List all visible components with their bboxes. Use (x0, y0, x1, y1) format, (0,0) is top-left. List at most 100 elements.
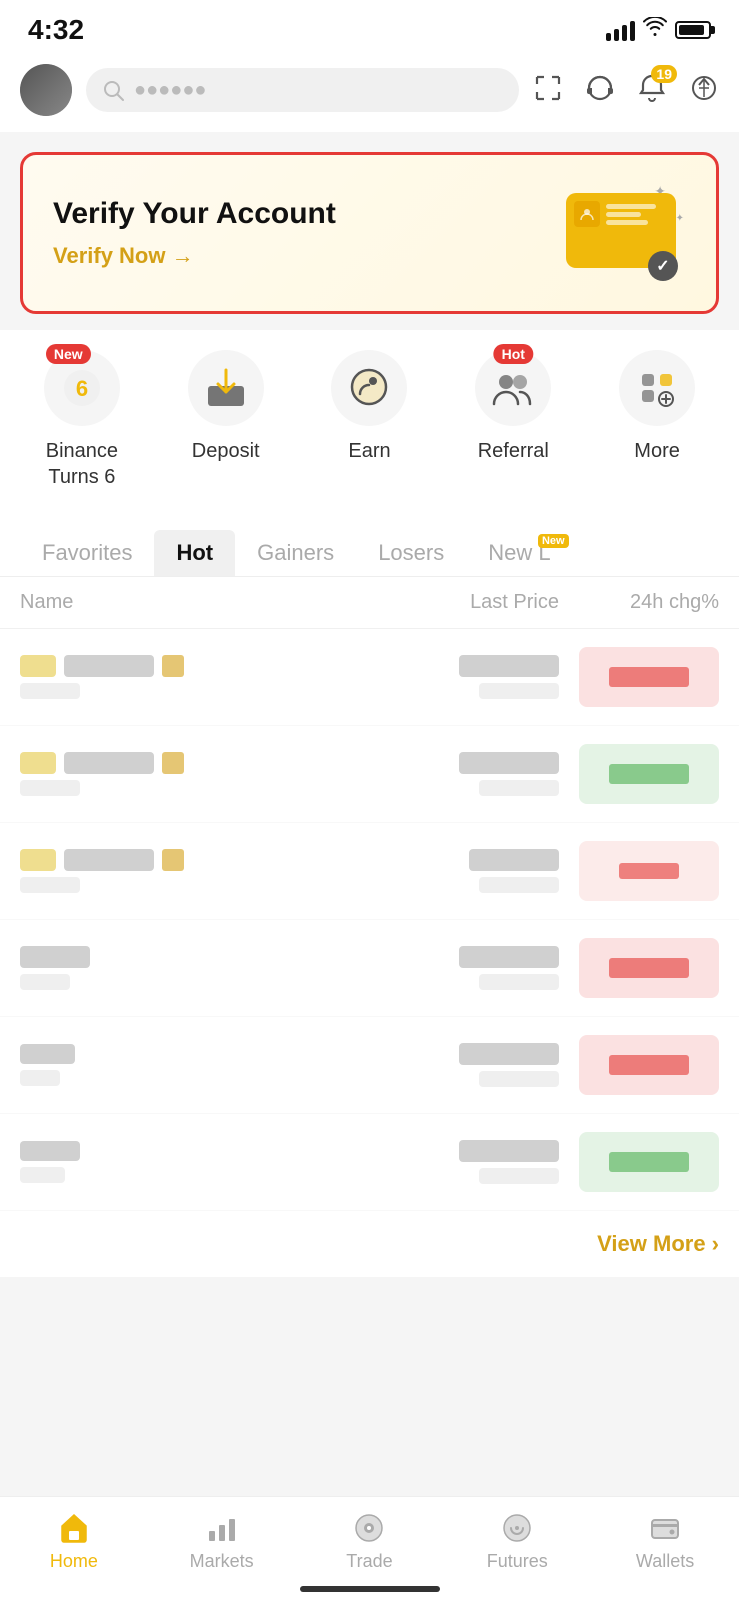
trade-icon (352, 1511, 386, 1545)
nav-trade-label: Trade (346, 1551, 392, 1572)
chg-col (559, 647, 719, 707)
nav-trade[interactable]: Trade (319, 1511, 419, 1572)
bottom-nav: Home Markets Trade Futures Wallets (0, 1496, 739, 1600)
quick-label-earn: Earn (348, 438, 390, 464)
verify-cta[interactable]: Verify Now → (53, 243, 194, 268)
new-listing-badge: New (538, 534, 569, 548)
quick-label-deposit: Deposit (192, 438, 260, 464)
view-more-row: View More › (0, 1211, 739, 1277)
price-col (379, 849, 559, 893)
chg-col (559, 938, 719, 998)
chg-col (559, 1132, 719, 1192)
status-bar: 4:32 (0, 0, 739, 54)
nav-wallets-label: Wallets (636, 1551, 694, 1572)
search-icon (102, 79, 124, 101)
search-placeholder-text: ●●●●●● (134, 79, 206, 102)
earn-icon (346, 366, 392, 410)
deposit-icon (203, 366, 249, 410)
tab-hot[interactable]: Hot (154, 530, 235, 576)
coin-info (20, 849, 379, 893)
sparkle-icon-2: ✦ (676, 213, 684, 224)
chg-col (559, 744, 719, 804)
status-time: 4:32 (28, 14, 84, 46)
home-indicator (300, 1586, 440, 1592)
table-row[interactable] (0, 823, 739, 920)
checkmark-icon: ✓ (648, 251, 678, 281)
nav-wallets[interactable]: Wallets (615, 1511, 715, 1572)
gift-icon (689, 73, 719, 103)
top-nav: ●●●●●● 19 (0, 54, 739, 132)
nav-icons: 19 (533, 73, 719, 108)
svg-text:6: 6 (76, 376, 88, 401)
quick-item-deposit[interactable]: Deposit (166, 350, 286, 464)
futures-icon (500, 1511, 534, 1545)
coin-info (20, 946, 379, 990)
table-row[interactable] (0, 1114, 739, 1211)
search-bar[interactable]: ●●●●●● (86, 68, 519, 112)
tab-favorites[interactable]: Favorites (20, 530, 154, 576)
hot-badge: Hot (494, 344, 533, 364)
verify-illustration: ✦ ✦ ✓ (556, 183, 686, 283)
market-tabs: Favorites Hot Gainers Losers New L New (0, 514, 739, 577)
tab-losers[interactable]: Losers (356, 530, 466, 576)
header-name: Name (20, 591, 379, 614)
new-badge: New (46, 344, 91, 364)
notifications-button[interactable]: 19 (637, 73, 667, 108)
more-icon-wrap (619, 350, 695, 426)
earn-icon-wrap (331, 350, 407, 426)
header-price: Last Price (379, 591, 559, 614)
coin-info (20, 1044, 379, 1086)
battery-icon (675, 21, 711, 39)
nav-markets[interactable]: Markets (172, 1511, 272, 1572)
fullscreen-button[interactable] (533, 73, 563, 108)
status-icons (606, 17, 711, 43)
tab-new-listings[interactable]: New L New (466, 530, 572, 576)
verify-banner[interactable]: Verify Your Account Verify Now → ✦ ✦ (20, 152, 719, 314)
binance-turns6-icon: 6 (60, 366, 104, 410)
nav-markets-label: Markets (190, 1551, 254, 1572)
nav-futures[interactable]: Futures (467, 1511, 567, 1572)
chg-col (559, 841, 719, 901)
table-row[interactable] (0, 629, 739, 726)
home-icon (57, 1511, 91, 1545)
binance-icon-wrap: New 6 (44, 350, 120, 426)
table-row[interactable] (0, 1017, 739, 1114)
price-col (379, 655, 559, 699)
price-col (379, 752, 559, 796)
fullscreen-icon (533, 73, 563, 103)
notification-badge: 19 (651, 65, 677, 83)
verify-title: Verify Your Account (53, 197, 336, 231)
quick-label-binance: BinanceTurns 6 (46, 438, 118, 490)
table-row[interactable] (0, 726, 739, 823)
wifi-icon (643, 17, 667, 43)
avatar[interactable] (20, 64, 72, 116)
table-row[interactable] (0, 920, 739, 1017)
signal-icon (606, 19, 635, 41)
quick-label-referral: Referral (478, 438, 549, 464)
market-table (0, 629, 739, 1211)
markets-icon (205, 1511, 239, 1545)
header-change: 24h chg% (559, 591, 719, 614)
deposit-icon-wrap (188, 350, 264, 426)
quick-item-earn[interactable]: Earn (309, 350, 429, 464)
view-more-button[interactable]: View More › (597, 1231, 719, 1256)
referral-icon-wrap: Hot (475, 350, 551, 426)
quick-label-more: More (634, 438, 680, 464)
quick-item-more[interactable]: More (597, 350, 717, 464)
tab-gainers[interactable]: Gainers (235, 530, 356, 576)
quick-item-binance[interactable]: New 6 BinanceTurns 6 (22, 350, 142, 490)
quick-item-referral[interactable]: Hot Referral (453, 350, 573, 464)
nav-home[interactable]: Home (24, 1511, 124, 1572)
coin-info (20, 752, 379, 796)
nav-home-label: Home (50, 1551, 98, 1572)
price-col (379, 1140, 559, 1184)
price-col (379, 946, 559, 990)
wallets-icon (648, 1511, 682, 1545)
table-header: Name Last Price 24h chg% (0, 577, 739, 629)
verify-text: Verify Your Account Verify Now → (53, 197, 336, 269)
coin-info (20, 1141, 379, 1183)
coin-info (20, 655, 379, 699)
support-button[interactable] (585, 73, 615, 108)
rewards-button[interactable] (689, 73, 719, 108)
headset-icon (585, 73, 615, 103)
